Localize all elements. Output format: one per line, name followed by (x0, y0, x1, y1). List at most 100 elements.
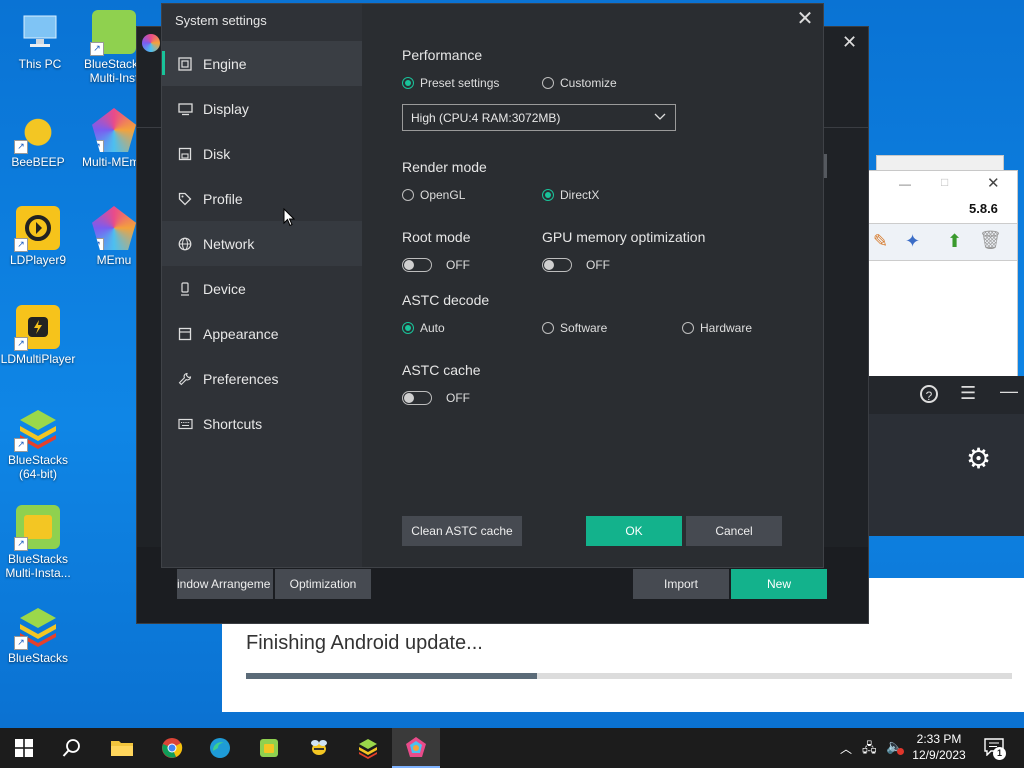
nav-item-appearance[interactable]: Appearance (162, 311, 362, 356)
taskbar: ︿ 🖧 🔈 2:33 PM 12/9/2023 1 (0, 728, 1024, 768)
start-windows-icon[interactable] (10, 734, 38, 762)
bluestacks-multi-instance-icon: ↗ (90, 10, 136, 56)
directx-radio[interactable]: DirectX (542, 188, 599, 202)
button-label: OK (625, 524, 643, 538)
clean-astc-cache-button[interactable]: Clean ASTC cache (402, 516, 522, 546)
toggle-state: OFF (446, 258, 470, 272)
radio-dot (402, 77, 414, 89)
nav-item-label: Network (203, 235, 255, 252)
tray-chevron-up-icon[interactable]: ︿ (840, 740, 852, 757)
desktop-icon-this-pc[interactable]: This PC (2, 10, 78, 71)
toggle-state: OFF (586, 258, 610, 272)
radio-label: Customize (560, 76, 617, 90)
shortcuts-keyboard-icon (177, 416, 193, 432)
close-icon[interactable]: ✕ (987, 174, 1000, 192)
optimization-button[interactable]: Optimization (275, 569, 371, 599)
search-icon[interactable] (58, 734, 86, 762)
tools-icon[interactable]: ✦ (905, 231, 920, 252)
network-globe-icon (177, 236, 193, 252)
preset-settings-radio[interactable]: Preset settings (402, 76, 499, 90)
background-window-version: — □ ✕ 5.8.6 ✎ ✦ ⬆ 🗑 (868, 170, 1018, 380)
ok-button[interactable]: OK (586, 516, 682, 546)
new-button[interactable]: New (731, 569, 827, 599)
radio-label: OpenGL (420, 188, 466, 202)
root-mode-label: Root mode (402, 229, 471, 245)
nav-item-preferences[interactable]: Preferences (162, 356, 362, 401)
bluestacks-64bit-icon: ↗ (14, 406, 60, 452)
close-icon[interactable]: ✕ (842, 32, 857, 53)
gpu-memory-toggle[interactable]: OFF (542, 258, 610, 272)
gear-icon[interactable]: ⚙ (966, 442, 991, 475)
radio-dot (402, 189, 414, 201)
mute-badge (897, 748, 904, 755)
file-explorer-icon[interactable] (108, 734, 136, 762)
minimize-icon[interactable]: — (899, 177, 911, 191)
disk-icon (177, 146, 193, 162)
preferences-wrench-icon (177, 371, 193, 387)
clock-date: 12/9/2023 (912, 748, 966, 762)
gpu-memory-label: GPU memory optimization (542, 229, 706, 245)
astc-cache-toggle[interactable]: OFF (402, 391, 470, 405)
nav-item-network[interactable]: Network (162, 221, 362, 266)
trash-icon[interactable]: 🗑 (979, 230, 1002, 251)
memu-taskbar-icon[interactable] (392, 728, 440, 768)
notification-center-icon[interactable]: 1 (984, 738, 1006, 760)
update-status-text: Finishing Android update... (246, 632, 483, 654)
new-label: New (766, 577, 791, 591)
performance-label: Performance (402, 47, 483, 63)
help-icon[interactable]: ? (920, 385, 938, 403)
radio-dot (542, 322, 554, 334)
maximize-icon[interactable]: □ (941, 175, 948, 189)
menu-icon[interactable]: ☰ (960, 383, 976, 404)
cancel-button[interactable]: Cancel (686, 516, 782, 546)
astc-auto-radio[interactable]: Auto (402, 321, 445, 335)
background-window-dark: ? ☰ — ⚙ (868, 376, 1024, 536)
nav-item-profile[interactable]: Profile (162, 176, 362, 221)
desktop-icon-bluestacks-64bit[interactable]: ↗ BlueStacks (64-bit) (0, 406, 76, 481)
import-button[interactable]: Import (633, 569, 729, 599)
nav-item-engine[interactable]: Engine (162, 41, 362, 86)
optimization-label: Optimization (289, 577, 357, 591)
minimize-icon[interactable]: — (1000, 381, 1018, 402)
bluestacks-taskbar-icon[interactable] (354, 734, 382, 762)
version-label: 5.8.6 (969, 201, 998, 216)
desktop-icon-ldplayer9[interactable]: ↗ LDPlayer9 (0, 206, 76, 267)
nav-item-shortcuts[interactable]: Shortcuts (162, 401, 362, 446)
chrome-icon[interactable] (158, 734, 186, 762)
window-arrangement-label: indow Arrangeme (177, 577, 271, 591)
radio-dot (542, 189, 554, 201)
network-icon[interactable]: 🖧 (862, 739, 877, 761)
performance-preset-select[interactable]: High (CPU:4 RAM:3072MB) (402, 104, 676, 131)
dialog-close-icon[interactable]: ✕ (795, 9, 815, 29)
beebeep-taskbar-icon[interactable] (305, 734, 333, 762)
desktop-icon-beebeep[interactable]: ↗ BeeBEEP (0, 108, 76, 169)
desktop-icon-bluestacks-multi-instance-2[interactable]: ↗ BlueStacks Multi-Insta... (0, 505, 76, 580)
customize-radio[interactable]: Customize (542, 76, 617, 90)
desktop-icon-label: BlueStacks (64-bit) (7, 453, 69, 481)
profile-tag-icon (177, 191, 193, 207)
nav-item-device[interactable]: Device (162, 266, 362, 311)
edit-icon[interactable]: ✎ (873, 231, 888, 252)
desktop-icon-ldmultiplayer[interactable]: ↗ LDMultiPlayer (0, 305, 76, 366)
render-mode-label: Render mode (402, 159, 487, 175)
root-mode-toggle[interactable]: OFF (402, 258, 470, 272)
window-arrangement-button[interactable]: indow Arrangeme (177, 569, 273, 599)
clock-time: 2:33 PM (916, 732, 962, 746)
astc-hardware-radio[interactable]: Hardware (682, 321, 752, 335)
desktop-icon-label: LDMultiPlayer (0, 352, 76, 366)
display-monitor-icon (177, 101, 193, 117)
desktop-icon-bluestacks[interactable]: ↗ BlueStacks (0, 604, 76, 665)
astc-software-radio[interactable]: Software (542, 321, 607, 335)
nav-item-disk[interactable]: Disk (162, 131, 362, 176)
astc-decode-label: ASTC decode (402, 292, 490, 308)
desktop-icon-label: BlueStacks Multi-Insta... (5, 552, 71, 580)
nav-item-display[interactable]: Display (162, 86, 362, 131)
update-icon[interactable]: ⬆ (947, 231, 962, 252)
bluestacks-multi-instance-taskbar-icon[interactable] (255, 734, 283, 762)
clock[interactable]: 2:33 PM 12/9/2023 (906, 731, 972, 763)
opengl-radio[interactable]: OpenGL (402, 188, 465, 202)
edge-icon[interactable] (206, 734, 234, 762)
this-pc-icon (18, 10, 62, 54)
background-window-titlebar: — □ ✕ (869, 171, 1017, 199)
update-progress-fill (246, 673, 538, 679)
